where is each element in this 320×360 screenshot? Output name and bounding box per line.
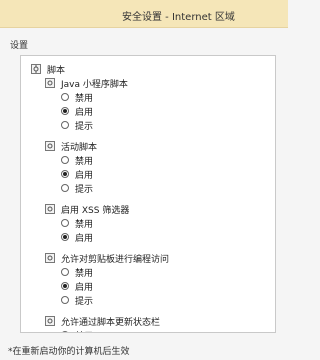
tree-item-java-applet-scripting: Java 小程序脚本 bbox=[45, 76, 128, 90]
restart-note: *在重新启动你的计算机后生效 bbox=[8, 347, 130, 357]
option-enable[interactable]: 启用 bbox=[61, 230, 93, 244]
tree-item-label: 允许通过脚本更新状态栏 bbox=[61, 317, 161, 328]
option-label: 启用 bbox=[75, 170, 94, 181]
option-label: 禁用 bbox=[75, 156, 94, 167]
title-bar[interactable]: 安全设置 - Internet 区域 bbox=[0, 0, 288, 28]
settings-icon bbox=[45, 204, 55, 214]
radio-button[interactable] bbox=[61, 93, 69, 101]
settings-icon bbox=[45, 141, 55, 151]
radio-button[interactable] bbox=[61, 219, 69, 227]
settings-icon bbox=[45, 78, 55, 88]
option-disable[interactable]: 禁用 bbox=[61, 90, 93, 104]
option-label: 提示 bbox=[75, 296, 94, 307]
tree-item-label: Java 小程序脚本 bbox=[61, 79, 128, 90]
tree-item-label: 脚本 bbox=[47, 65, 66, 76]
radio-button[interactable] bbox=[61, 156, 69, 164]
option-label: 禁用 bbox=[75, 268, 94, 279]
option-label: 启用 bbox=[75, 282, 94, 293]
option-label: 启用 bbox=[75, 233, 94, 244]
option-enable[interactable]: 启用 bbox=[61, 167, 93, 181]
option-label: 禁用 bbox=[75, 219, 94, 230]
radio-button[interactable] bbox=[61, 282, 69, 290]
option-label: 禁用 bbox=[75, 329, 93, 333]
tree-item-label: 允许对剪贴板进行编程访问 bbox=[61, 254, 170, 265]
option-disable[interactable]: 禁用 bbox=[61, 153, 93, 167]
settings-group-label: 设置 bbox=[10, 41, 29, 51]
settings-tree-panel[interactable]: 脚本 Java 小程序脚本 禁用 启用 提示 活动脚本 禁用 启用 提示 启用 … bbox=[20, 55, 276, 333]
option-disable[interactable]: 禁用 bbox=[61, 328, 93, 333]
option-enable[interactable]: 启用 bbox=[61, 104, 93, 118]
option-label: 提示 bbox=[75, 121, 94, 132]
radio-button[interactable] bbox=[61, 170, 69, 178]
settings-icon bbox=[45, 316, 55, 326]
radio-button[interactable] bbox=[61, 296, 69, 304]
radio-button[interactable] bbox=[61, 233, 69, 241]
option-prompt[interactable]: 提示 bbox=[61, 181, 93, 195]
radio-button[interactable] bbox=[61, 268, 69, 276]
option-disable[interactable]: 禁用 bbox=[61, 265, 93, 279]
tree-item-label: 活动脚本 bbox=[61, 142, 98, 153]
option-disable[interactable]: 禁用 bbox=[61, 216, 93, 230]
option-prompt[interactable]: 提示 bbox=[61, 293, 93, 307]
radio-button[interactable] bbox=[61, 107, 69, 115]
tree-item-xss-filter: 启用 XSS 筛选器 bbox=[45, 202, 129, 216]
settings-icon bbox=[31, 64, 41, 74]
tree-item-status-bar-updates: 允许通过脚本更新状态栏 bbox=[45, 314, 160, 328]
window-title: 安全设置 - Internet 区域 bbox=[122, 12, 235, 23]
tree-item-clipboard-access: 允许对剪贴板进行编程访问 bbox=[45, 251, 169, 265]
option-prompt[interactable]: 提示 bbox=[61, 118, 93, 132]
tree-item-scripts: 脚本 bbox=[31, 62, 65, 76]
radio-button[interactable] bbox=[61, 331, 69, 332]
option-label: 启用 bbox=[75, 107, 94, 118]
tree-item-label: 启用 XSS 筛选器 bbox=[61, 205, 130, 216]
radio-button[interactable] bbox=[61, 121, 69, 129]
settings-icon bbox=[45, 253, 55, 263]
option-enable[interactable]: 启用 bbox=[61, 279, 93, 293]
option-label: 提示 bbox=[75, 184, 94, 195]
option-label: 禁用 bbox=[75, 93, 94, 104]
tree-item-active-scripting: 活动脚本 bbox=[45, 139, 97, 153]
radio-button[interactable] bbox=[61, 184, 69, 192]
